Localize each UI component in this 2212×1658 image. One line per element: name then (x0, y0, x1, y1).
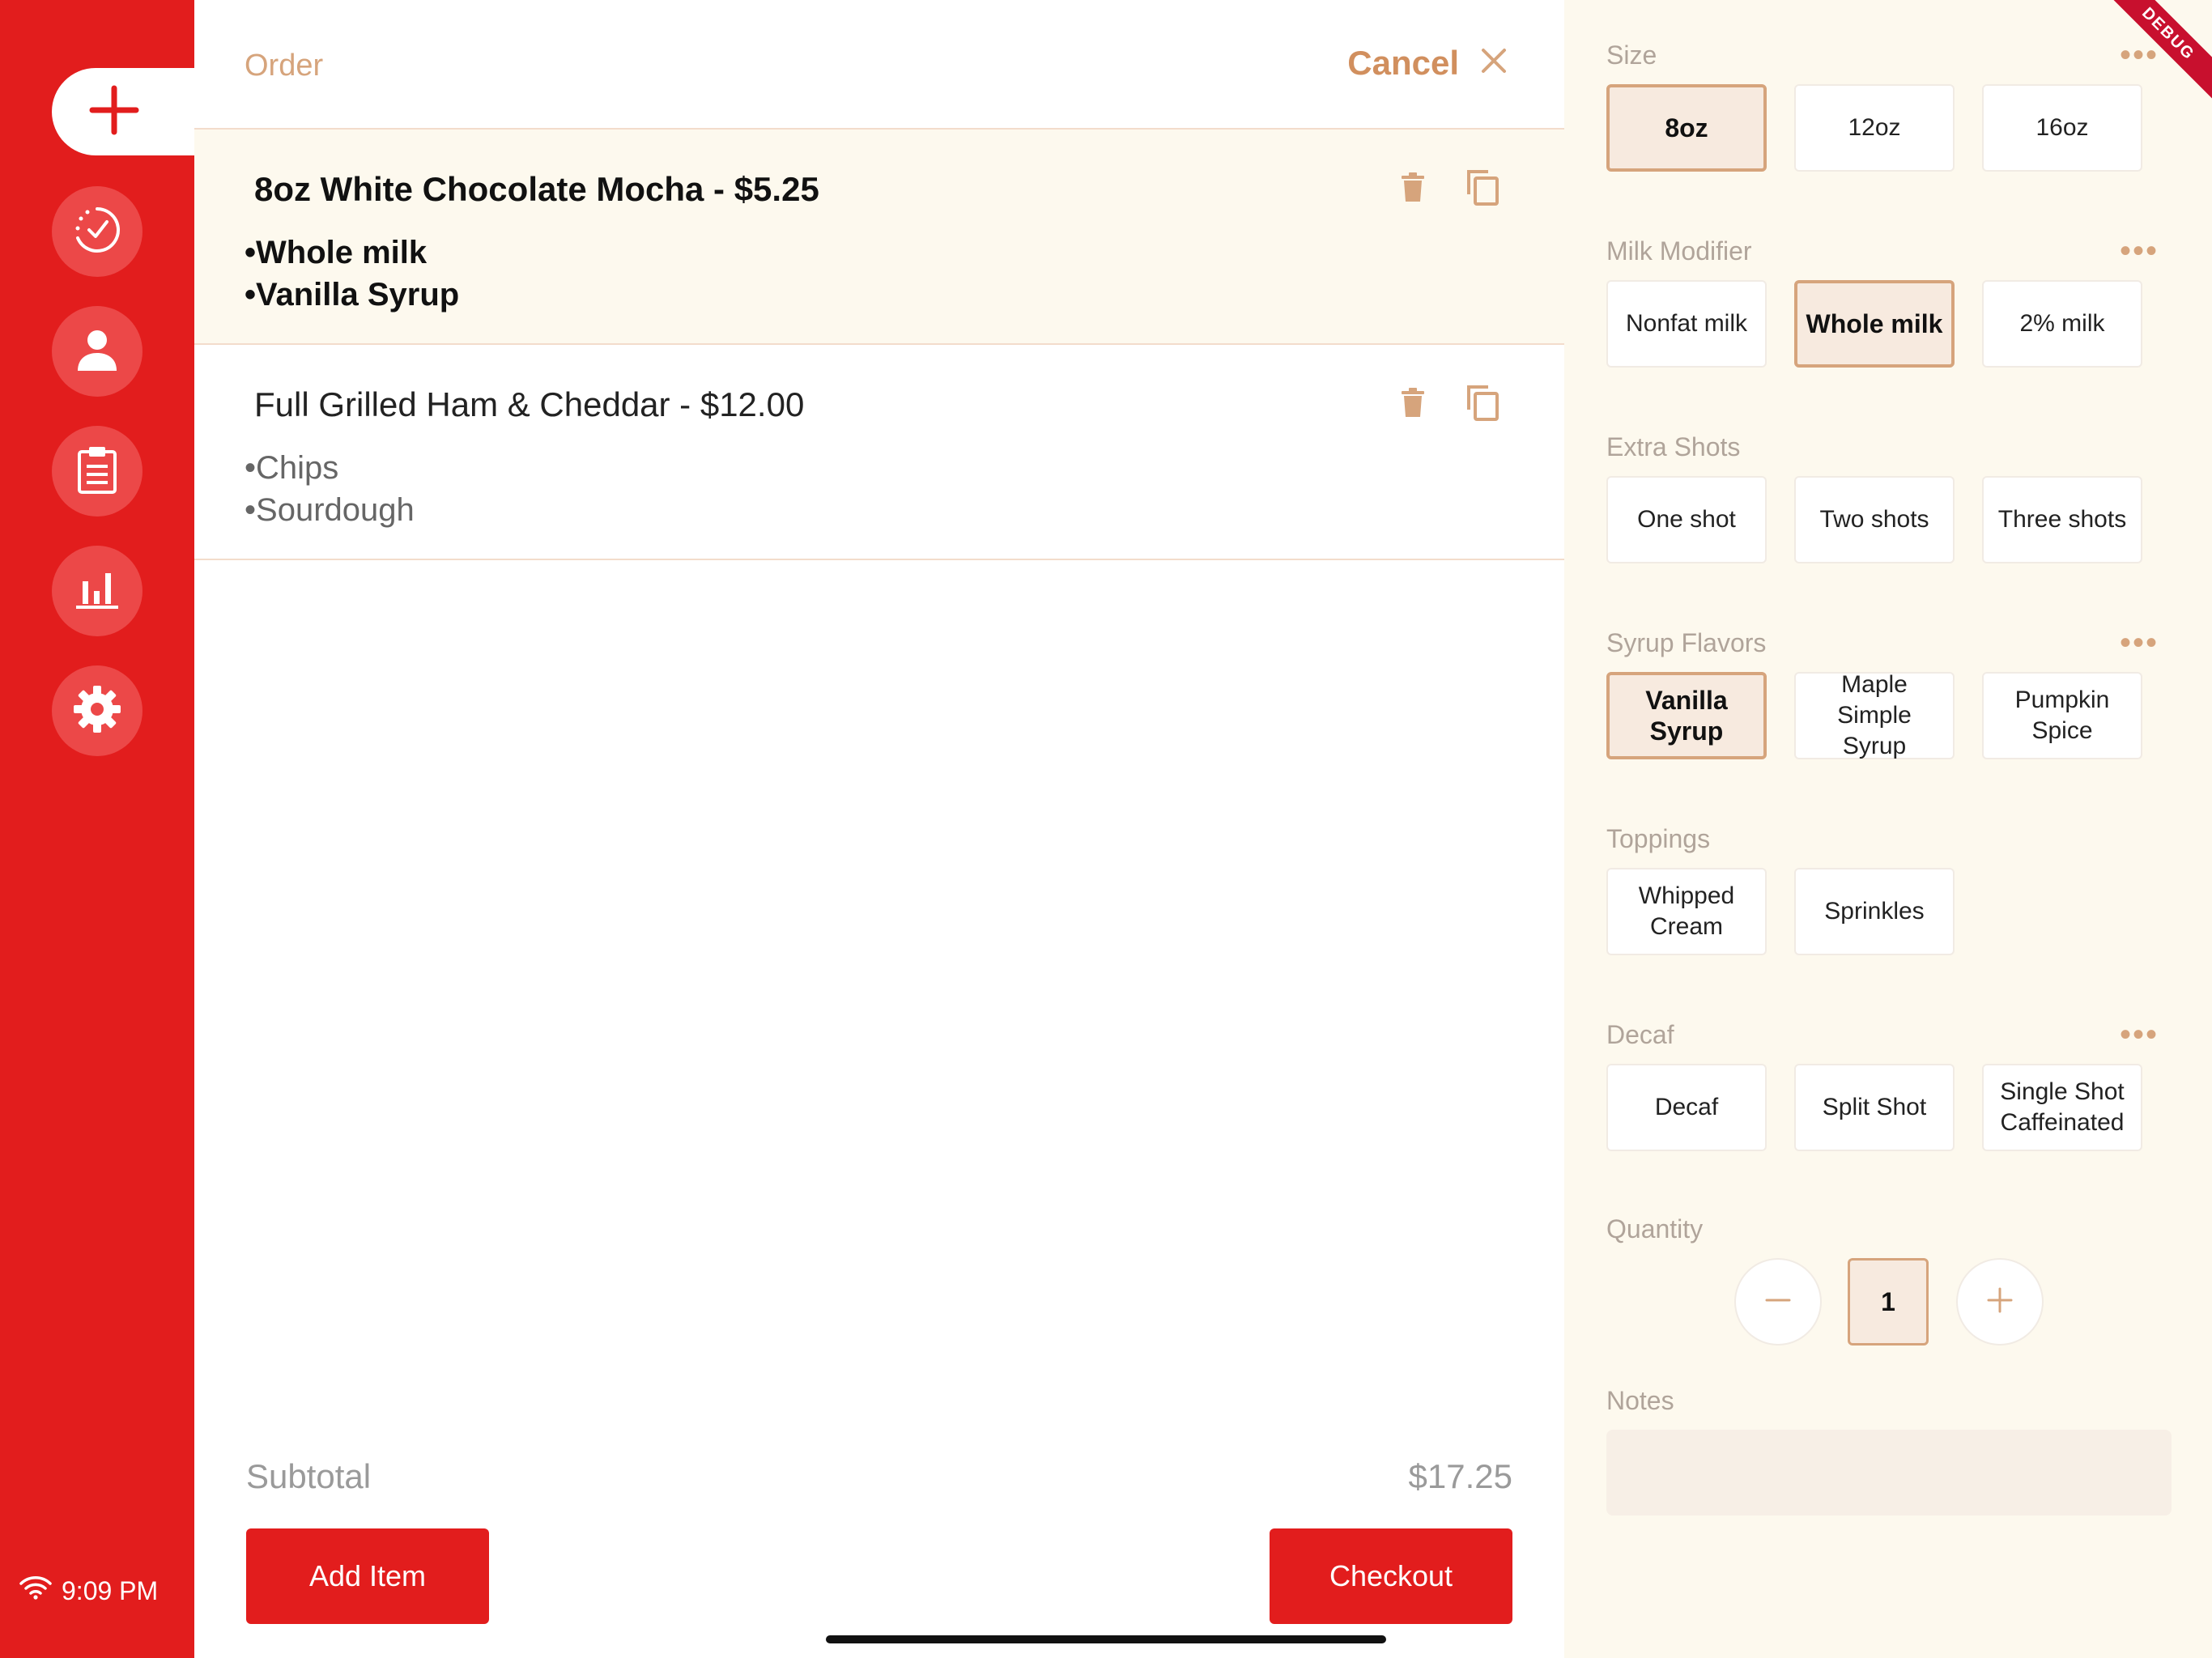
minus-icon (1765, 1287, 1791, 1317)
modifier-line: •Vanilla Syrup (245, 277, 460, 312)
bar-chart-icon (74, 568, 120, 614)
person-icon (73, 325, 121, 378)
duplicate-icon[interactable] (1465, 168, 1499, 210)
order-panel: Order Cancel 8oz White Chocolate Mocha -… (194, 0, 1564, 1658)
modifier-line: •Chips (245, 450, 339, 486)
modifier-line: •Sourdough (245, 492, 415, 528)
option-single-shot-caffeinated[interactable]: Single Shot Caffeinated (1982, 1064, 2142, 1151)
item-modifiers: •Whole milk •Vanilla Syrup (245, 232, 459, 316)
decrement-button[interactable] (1734, 1258, 1822, 1346)
status-time: 9:09 PM (62, 1575, 159, 1605)
orders-in-progress-button[interactable] (52, 186, 143, 277)
status-bar: 9:09 PM (19, 1575, 158, 1606)
option-two-shots[interactable]: Two shots (1794, 476, 1955, 563)
option-one-shot[interactable]: One shot (1606, 476, 1767, 563)
syrup-group-label: Syrup Flavors (1606, 628, 1767, 657)
quantity-label: Quantity (1606, 1214, 1704, 1244)
cancel-label: Cancel (1347, 44, 1459, 82)
order-history-button[interactable] (52, 426, 143, 517)
option-nonfat-milk[interactable]: Nonfat milk (1606, 280, 1767, 368)
page-title: Order (245, 49, 324, 83)
option-vanilla-syrup[interactable]: Vanilla Syrup (1606, 672, 1767, 759)
add-item-button[interactable]: Add Item (246, 1528, 489, 1624)
quantity-value[interactable]: 1 (1848, 1258, 1929, 1346)
check-circle-icon (71, 204, 123, 260)
option-decaf[interactable]: Decaf (1606, 1064, 1767, 1151)
item-actions (1401, 384, 1499, 425)
option-maple-simple-syrup[interactable]: Maple Simple Syrup (1794, 671, 1955, 759)
more-options-icon[interactable]: ••• (2120, 627, 2159, 659)
item-title: Full Grilled Ham & Cheddar - $12.00 (254, 385, 805, 423)
item-actions (1401, 168, 1499, 210)
checkout-button[interactable]: Checkout (1270, 1528, 1512, 1624)
more-options-icon[interactable]: ••• (2120, 39, 2159, 71)
decaf-group-label: Decaf (1606, 1020, 1674, 1049)
settings-button[interactable] (52, 665, 143, 756)
wifi-icon (19, 1575, 52, 1606)
clipboard-icon (74, 445, 120, 498)
trash-icon[interactable] (1401, 172, 1425, 206)
modifier-panel: DEBUG Size ••• 8oz 12oz 16oz Milk Modifi… (1564, 0, 2212, 1658)
gear-icon (72, 684, 122, 738)
duplicate-icon[interactable] (1465, 384, 1499, 425)
home-indicator (826, 1635, 1386, 1643)
modifier-line: •Whole milk (245, 235, 428, 270)
close-icon (1480, 44, 1508, 83)
new-order-button[interactable] (52, 68, 194, 155)
subtotal-value: $17.25 (1408, 1457, 1512, 1495)
option-whole-milk[interactable]: Whole milk (1794, 280, 1955, 368)
more-options-icon[interactable]: ••• (2120, 235, 2159, 267)
sidebar: 9:09 PM (0, 0, 194, 1658)
option-12oz[interactable]: 12oz (1794, 84, 1955, 172)
notes-label: Notes (1606, 1386, 1674, 1415)
option-whipped-cream[interactable]: Whipped Cream (1606, 868, 1767, 955)
option-three-shots[interactable]: Three shots (1982, 476, 2142, 563)
more-options-icon[interactable]: ••• (2120, 1018, 2159, 1051)
order-item-selected[interactable]: 8oz White Chocolate Mocha - $5.25 •Whole… (194, 130, 1564, 345)
extra-shots-group-label: Extra Shots (1606, 432, 1741, 461)
customers-button[interactable] (52, 306, 143, 397)
option-pumpkin-spice[interactable]: Pumpkin Spice (1982, 672, 2142, 759)
reports-button[interactable] (52, 546, 143, 636)
cancel-button[interactable]: Cancel (1347, 44, 1508, 83)
item-modifiers: •Chips •Sourdough (245, 447, 415, 531)
option-split-shot[interactable]: Split Shot (1794, 1064, 1955, 1151)
order-item[interactable]: Full Grilled Ham & Cheddar - $12.00 •Chi… (194, 345, 1564, 560)
milk-group-label: Milk Modifier (1606, 236, 1752, 266)
plus-icon (1987, 1287, 2013, 1317)
option-16oz[interactable]: 16oz (1982, 84, 2142, 172)
trash-icon[interactable] (1401, 387, 1425, 422)
notes-field[interactable] (1606, 1430, 2172, 1516)
item-title: 8oz White Chocolate Mocha - $5.25 (254, 170, 819, 208)
size-group-label: Size (1606, 40, 1657, 70)
option-sprinkles[interactable]: Sprinkles (1794, 868, 1955, 955)
option-8oz[interactable]: 8oz (1606, 84, 1767, 172)
subtotal-label: Subtotal (246, 1457, 372, 1495)
increment-button[interactable] (1956, 1258, 2044, 1346)
order-header: Order Cancel (194, 0, 1564, 130)
plus-icon (89, 85, 139, 139)
option-2-percent-milk[interactable]: 2% milk (1982, 280, 2142, 368)
toppings-group-label: Toppings (1606, 824, 1711, 853)
